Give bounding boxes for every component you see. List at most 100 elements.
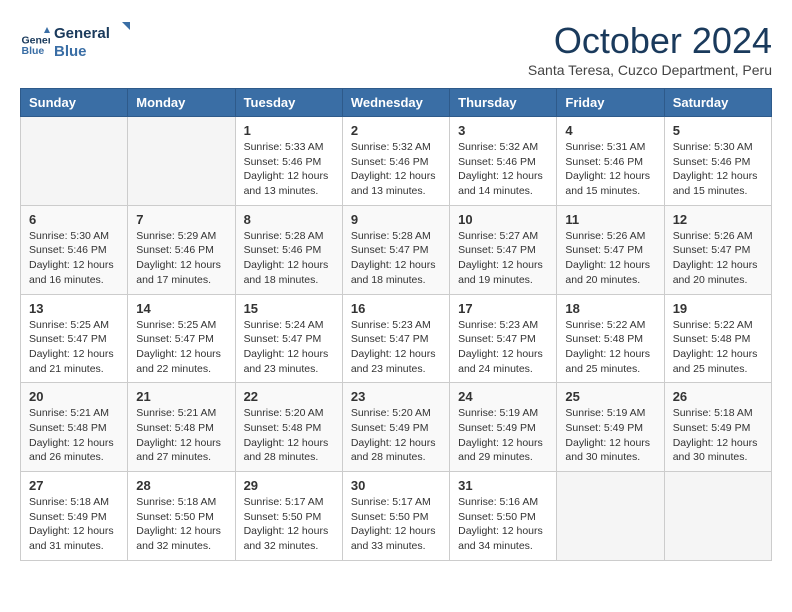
svg-text:Blue: Blue xyxy=(22,45,45,57)
day-info: Sunrise: 5:18 AM Sunset: 5:49 PM Dayligh… xyxy=(673,406,763,465)
day-number: 31 xyxy=(458,478,548,493)
calendar-cell xyxy=(664,472,771,561)
calendar-week-row: 1Sunrise: 5:33 AM Sunset: 5:46 PM Daylig… xyxy=(21,117,772,206)
weekday-header: Saturday xyxy=(664,89,771,117)
calendar-cell: 15 Sunrise: 5:24 AM Sunset: 5:47 PM Dayli… xyxy=(235,294,342,383)
day-number: 9 xyxy=(351,212,441,227)
calendar-cell: 4Sunrise: 5:31 AM Sunset: 5:46 PM Daylig… xyxy=(557,117,664,206)
calendar-week-row: 13 Sunrise: 5:25 AM Sunset: 5:47 PM Dayli… xyxy=(21,294,772,383)
day-number: 11 xyxy=(565,212,655,227)
calendar-cell: 26 Sunrise: 5:18 AM Sunset: 5:49 PM Dayli… xyxy=(664,383,771,472)
day-info: Sunrise: 5:19 AM Sunset: 5:49 PM Dayligh… xyxy=(565,406,655,465)
calendar-cell xyxy=(557,472,664,561)
day-number: 28 xyxy=(136,478,226,493)
weekday-header: Tuesday xyxy=(235,89,342,117)
calendar-cell: 16 Sunrise: 5:23 AM Sunset: 5:47 PM Dayli… xyxy=(342,294,449,383)
day-number: 18 xyxy=(565,301,655,316)
day-number: 21 xyxy=(136,389,226,404)
day-info: Sunrise: 5:25 AM Sunset: 5:47 PM Dayligh… xyxy=(29,318,119,377)
day-info: Sunrise: 5:23 AM Sunset: 5:47 PM Dayligh… xyxy=(351,318,441,377)
day-info: Sunrise: 5:29 AM Sunset: 5:46 PM Dayligh… xyxy=(136,229,226,288)
day-number: 13 xyxy=(29,301,119,316)
calendar-cell xyxy=(21,117,128,206)
day-info: Sunrise: 5:21 AM Sunset: 5:48 PM Dayligh… xyxy=(136,406,226,465)
weekday-header: Monday xyxy=(128,89,235,117)
day-info: Sunrise: 5:33 AM Sunset: 5:46 PM Dayligh… xyxy=(244,140,334,199)
day-info: Sunrise: 5:16 AM Sunset: 5:50 PM Dayligh… xyxy=(458,495,548,554)
calendar-cell: 1Sunrise: 5:33 AM Sunset: 5:46 PM Daylig… xyxy=(235,117,342,206)
day-info: Sunrise: 5:32 AM Sunset: 5:46 PM Dayligh… xyxy=(351,140,441,199)
calendar-cell: 17Sunrise: 5:23 AM Sunset: 5:47 PM Dayli… xyxy=(450,294,557,383)
calendar-cell: 21 Sunrise: 5:21 AM Sunset: 5:48 PM Dayli… xyxy=(128,383,235,472)
day-info: Sunrise: 5:17 AM Sunset: 5:50 PM Dayligh… xyxy=(244,495,334,554)
day-info: Sunrise: 5:26 AM Sunset: 5:47 PM Dayligh… xyxy=(673,229,763,288)
calendar-cell: 20Sunrise: 5:21 AM Sunset: 5:48 PM Dayli… xyxy=(21,383,128,472)
calendar-cell: 28 Sunrise: 5:18 AM Sunset: 5:50 PM Dayli… xyxy=(128,472,235,561)
calendar-cell: 12 Sunrise: 5:26 AM Sunset: 5:47 PM Dayli… xyxy=(664,205,771,294)
calendar-cell: 9Sunrise: 5:28 AM Sunset: 5:47 PM Daylig… xyxy=(342,205,449,294)
day-number: 23 xyxy=(351,389,441,404)
calendar-cell: 3Sunrise: 5:32 AM Sunset: 5:46 PM Daylig… xyxy=(450,117,557,206)
calendar-week-row: 6Sunrise: 5:30 AM Sunset: 5:46 PM Daylig… xyxy=(21,205,772,294)
day-number: 29 xyxy=(244,478,334,493)
day-info: Sunrise: 5:30 AM Sunset: 5:46 PM Dayligh… xyxy=(29,229,119,288)
calendar-cell: 13 Sunrise: 5:25 AM Sunset: 5:47 PM Dayli… xyxy=(21,294,128,383)
calendar-cell: 6Sunrise: 5:30 AM Sunset: 5:46 PM Daylig… xyxy=(21,205,128,294)
day-number: 22 xyxy=(244,389,334,404)
page-header: General Blue General Blue October 2024 S… xyxy=(20,20,772,78)
svg-text:Blue: Blue xyxy=(54,43,87,60)
day-info: Sunrise: 5:30 AM Sunset: 5:46 PM Dayligh… xyxy=(673,140,763,199)
weekday-header: Wednesday xyxy=(342,89,449,117)
day-info: Sunrise: 5:20 AM Sunset: 5:48 PM Dayligh… xyxy=(244,406,334,465)
calendar-cell: 22 Sunrise: 5:20 AM Sunset: 5:48 PM Dayli… xyxy=(235,383,342,472)
day-info: Sunrise: 5:22 AM Sunset: 5:48 PM Dayligh… xyxy=(565,318,655,377)
calendar-cell: 23 Sunrise: 5:20 AM Sunset: 5:49 PM Dayli… xyxy=(342,383,449,472)
day-info: Sunrise: 5:26 AM Sunset: 5:47 PM Dayligh… xyxy=(565,229,655,288)
day-info: Sunrise: 5:18 AM Sunset: 5:50 PM Dayligh… xyxy=(136,495,226,554)
weekday-header: Friday xyxy=(557,89,664,117)
logo-text: General Blue xyxy=(54,20,134,65)
day-info: Sunrise: 5:20 AM Sunset: 5:49 PM Dayligh… xyxy=(351,406,441,465)
day-info: Sunrise: 5:24 AM Sunset: 5:47 PM Dayligh… xyxy=(244,318,334,377)
calendar-cell: 29 Sunrise: 5:17 AM Sunset: 5:50 PM Dayli… xyxy=(235,472,342,561)
day-number: 2 xyxy=(351,123,441,138)
day-number: 14 xyxy=(136,301,226,316)
day-number: 5 xyxy=(673,123,763,138)
calendar-cell: 31 Sunrise: 5:16 AM Sunset: 5:50 PM Dayli… xyxy=(450,472,557,561)
calendar-header-row: SundayMondayTuesdayWednesdayThursdayFrid… xyxy=(21,89,772,117)
calendar-cell: 8 Sunrise: 5:28 AM Sunset: 5:46 PM Daylig… xyxy=(235,205,342,294)
svg-text:General: General xyxy=(54,25,110,42)
day-info: Sunrise: 5:27 AM Sunset: 5:47 PM Dayligh… xyxy=(458,229,548,288)
calendar-cell: 25Sunrise: 5:19 AM Sunset: 5:49 PM Dayli… xyxy=(557,383,664,472)
weekday-header: Thursday xyxy=(450,89,557,117)
calendar-cell: 18 Sunrise: 5:22 AM Sunset: 5:48 PM Dayli… xyxy=(557,294,664,383)
day-number: 30 xyxy=(351,478,441,493)
day-info: Sunrise: 5:17 AM Sunset: 5:50 PM Dayligh… xyxy=(351,495,441,554)
day-number: 19 xyxy=(673,301,763,316)
day-number: 16 xyxy=(351,301,441,316)
calendar-body: 1Sunrise: 5:33 AM Sunset: 5:46 PM Daylig… xyxy=(21,117,772,561)
day-info: Sunrise: 5:28 AM Sunset: 5:46 PM Dayligh… xyxy=(244,229,334,288)
day-info: Sunrise: 5:19 AM Sunset: 5:49 PM Dayligh… xyxy=(458,406,548,465)
calendar-week-row: 27Sunrise: 5:18 AM Sunset: 5:49 PM Dayli… xyxy=(21,472,772,561)
weekday-header: Sunday xyxy=(21,89,128,117)
day-info: Sunrise: 5:22 AM Sunset: 5:48 PM Dayligh… xyxy=(673,318,763,377)
calendar-cell: 30 Sunrise: 5:17 AM Sunset: 5:50 PM Dayli… xyxy=(342,472,449,561)
day-number: 20 xyxy=(29,389,119,404)
day-number: 15 xyxy=(244,301,334,316)
calendar-cell: 7 Sunrise: 5:29 AM Sunset: 5:46 PM Daylig… xyxy=(128,205,235,294)
day-number: 27 xyxy=(29,478,119,493)
day-number: 7 xyxy=(136,212,226,227)
calendar-cell xyxy=(128,117,235,206)
day-number: 17 xyxy=(458,301,548,316)
calendar-cell: 19 Sunrise: 5:22 AM Sunset: 5:48 PM Dayli… xyxy=(664,294,771,383)
day-info: Sunrise: 5:32 AM Sunset: 5:46 PM Dayligh… xyxy=(458,140,548,199)
day-number: 26 xyxy=(673,389,763,404)
calendar-cell: 2 Sunrise: 5:32 AM Sunset: 5:46 PM Daylig… xyxy=(342,117,449,206)
calendar: SundayMondayTuesdayWednesdayThursdayFrid… xyxy=(20,88,772,561)
calendar-cell: 11 Sunrise: 5:26 AM Sunset: 5:47 PM Dayli… xyxy=(557,205,664,294)
day-number: 12 xyxy=(673,212,763,227)
day-number: 4 xyxy=(565,123,655,138)
day-number: 8 xyxy=(244,212,334,227)
day-info: Sunrise: 5:25 AM Sunset: 5:47 PM Dayligh… xyxy=(136,318,226,377)
